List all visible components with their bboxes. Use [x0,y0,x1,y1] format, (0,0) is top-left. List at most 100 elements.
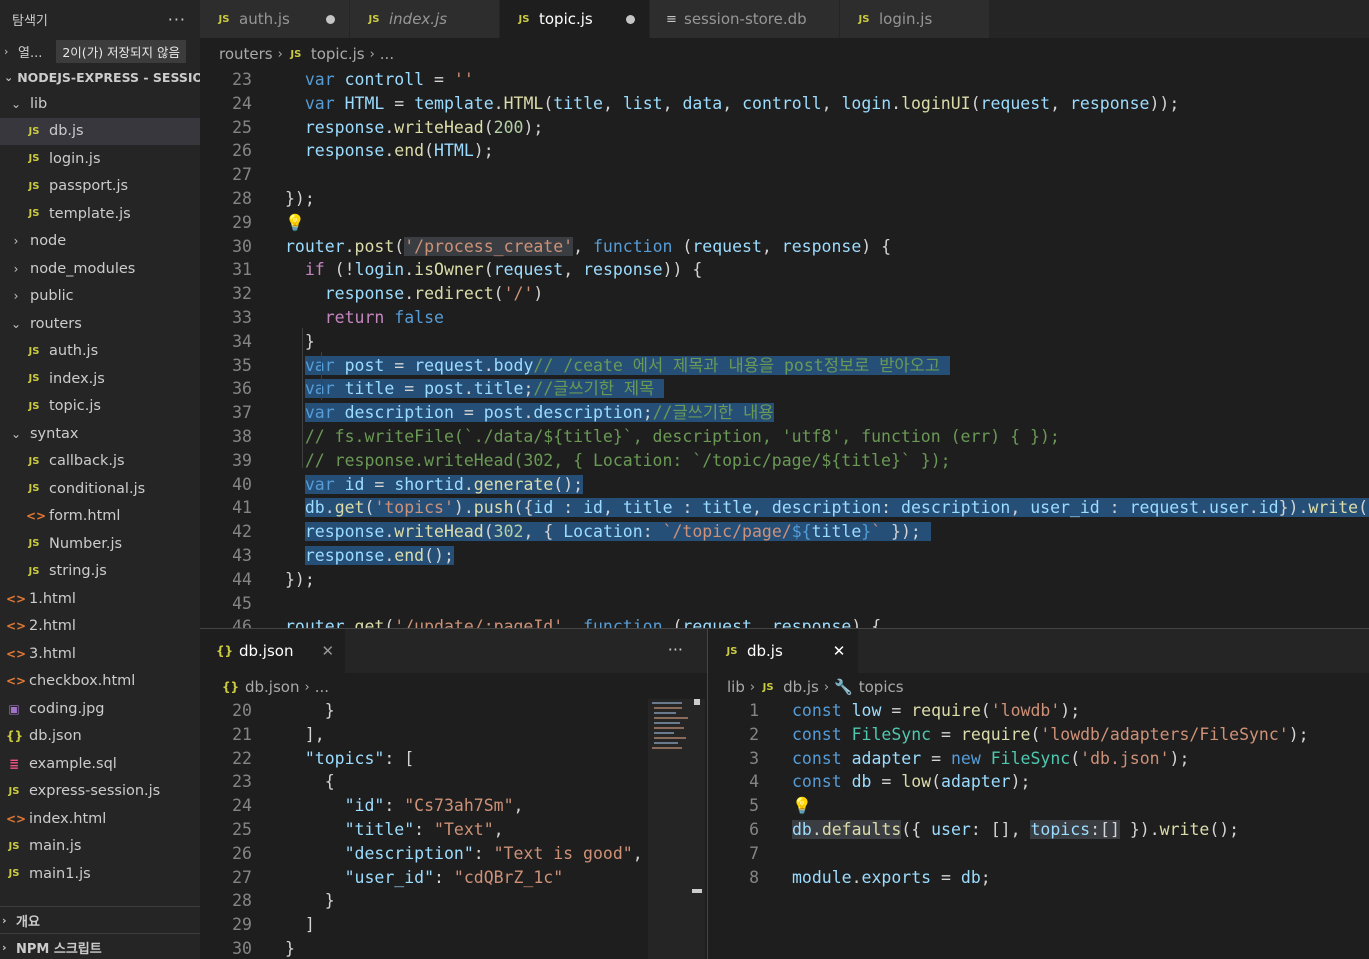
line-number: 28 [232,891,252,911]
outline-section[interactable]: › 개요 [0,906,200,933]
code-line: 31 if (!login.isOwner(request, response)… [200,258,1369,282]
chevron-right-icon: › [304,679,310,695]
tab-topic-js[interactable]: JS topic.js [500,0,650,38]
unsaved-dot-icon[interactable] [326,14,335,24]
code-line: 5 💡 [708,794,1369,818]
minimap[interactable] [648,699,705,959]
breadcrumb-file[interactable]: db.js [783,678,819,696]
project-label: NODEJS-EXPRESS - SESSIO... [17,69,200,85]
code-text: "id": "Cs73ah7Sm", [344,796,524,816]
code-text: } [285,331,315,351]
tree-item[interactable]: <> 1.html [0,585,200,613]
tree-item[interactable]: JS string.js [0,558,200,586]
tree-item[interactable]: JS passport.js [0,173,200,201]
tree-item[interactable]: <> index.html [0,805,200,833]
line-number: 21 [232,724,252,744]
tree-item[interactable]: JS index.js [0,365,200,393]
tree-item-label: coding.jpg [29,700,105,717]
close-icon[interactable]: ✕ [321,642,334,660]
code-text: // fs.writeFile(`./data/${title}`, descr… [304,427,1060,446]
tree-item[interactable]: <> checkbox.html [0,668,200,696]
breadcrumb-folder[interactable]: routers [219,45,273,63]
tree-item[interactable]: JS main1.js [0,860,200,888]
code-line: 6 db.defaults({ user: [], topics:[] }).wr… [708,818,1369,842]
tree-item[interactable]: JS db.js [0,117,200,145]
close-icon[interactable]: ✕ [833,642,846,660]
breadcrumb-file[interactable]: topic.js [311,45,365,63]
code-line: 28 } [200,889,650,913]
indent-guide [302,328,303,468]
tree-item[interactable]: › public [0,283,200,311]
tab-db-js[interactable]: JS db.js ✕ [708,629,858,673]
tree-item[interactable]: <> form.html [0,503,200,531]
tab-session-store-db[interactable]: ≡ session-store.db [650,0,840,38]
npm-scripts-section[interactable]: › NPM 스크립트 [0,933,200,959]
line-number: 40 [232,474,252,494]
open-editors-section[interactable]: › 열... 2이(가) 저장되지 않음 [0,38,200,64]
tree-item[interactable]: ▣ coding.jpg [0,695,200,723]
tree-item[interactable]: {} db.json [0,723,200,751]
project-section[interactable]: ⌄ NODEJS-EXPRESS - SESSIO... [0,64,200,90]
breadcrumb-symbol[interactable]: ... [315,678,329,696]
tree-item[interactable]: ⌄ syntax [0,420,200,448]
code-line: 41 db.get('topics').push({id : id, title… [200,496,1369,520]
tab-auth-js[interactable]: JS auth.js [200,0,350,38]
html-file-icon: <> [6,591,27,606]
chevron-right-icon: › [2,940,7,954]
editor-topic-js[interactable]: 23 var controll = '' 24 var HTML = templa… [200,68,1369,628]
more-actions-icon[interactable]: ··· [168,10,186,29]
tab-db-json[interactable]: {} db.json ✕ [200,629,345,673]
code-text: // response.writeHead(302, { Location: `… [304,450,951,470]
minimap-line [654,737,686,739]
tree-item[interactable]: <> 3.html [0,640,200,668]
breadcrumb-file[interactable]: db.json [245,678,299,696]
code-line: 34 } [200,330,1369,354]
line-number: 45 [232,593,252,613]
line-number: 6 [749,820,759,839]
code-line: 3 const adapter = new FileSync('db.json')… [708,747,1369,771]
editor-db-js[interactable]: 1 const low = require('lowdb'); 2 const Fil… [708,699,1369,959]
breadcrumb-symbol[interactable]: topics [859,678,904,696]
minimap-line [654,717,688,719]
tree-item[interactable]: JS Number.js [0,530,200,558]
tree-item[interactable]: <> 2.html [0,613,200,641]
line-number: 34 [232,331,252,351]
js-file-icon: JS [28,373,40,385]
code-text: var HTML = template.HTML(title, list, da… [304,93,1180,113]
code-text: module.exports = db; [792,867,991,887]
tree-item[interactable]: › node [0,228,200,256]
unsaved-dot-icon[interactable] [626,14,635,24]
tree-item[interactable]: ⌄ routers [0,310,200,338]
tree-item[interactable]: JS express-session.js [0,778,200,806]
json-file-icon: {} [6,729,24,744]
tree-item-label: routers [30,315,82,332]
tab-label: session-store.db [684,10,807,28]
tree-item[interactable]: ≣ example.sql [0,750,200,778]
breadcrumb-folder[interactable]: lib [727,678,745,696]
code-line: 40 var id = shortid.generate(); [200,473,1369,497]
tree-item[interactable]: JS login.js [0,145,200,173]
code-text: } [285,891,335,911]
more-actions-icon[interactable]: ··· [668,640,683,659]
scrollbar-thumb[interactable] [692,889,702,893]
tree-item[interactable]: JS auth.js [0,338,200,366]
editor-db-json[interactable]: 20 } 21 ], 22 "topics": [23 {24 "id": "Cs7… [200,699,650,959]
code-text: "topics": [ [304,748,415,768]
breadcrumb: routers › JS topic.js › ... [219,39,394,69]
tree-item[interactable]: › node_modules [0,255,200,283]
line-number: 27 [232,867,252,887]
npm-scripts-label: NPM 스크립트 [16,941,102,957]
tree-item[interactable]: ⌄ lib [0,90,200,118]
tree-item[interactable]: JS callback.js [0,448,200,476]
breadcrumb-symbol[interactable]: ... [380,45,394,63]
tree-item[interactable]: JS conditional.js [0,475,200,503]
tree-item[interactable]: JS template.js [0,200,200,228]
tab-index-js[interactable]: JS index.js [350,0,500,38]
database-file-icon: ≣ [8,756,20,771]
tree-item[interactable]: JS topic.js [0,393,200,421]
tree-item-label: main1.js [29,865,91,882]
tree-item[interactable]: JS main.js [0,833,200,861]
breadcrumb: lib › JS db.js › 🔧 topics [727,672,904,702]
minimap-line [652,747,682,749]
tab-login-js[interactable]: JS login.js [840,0,990,38]
